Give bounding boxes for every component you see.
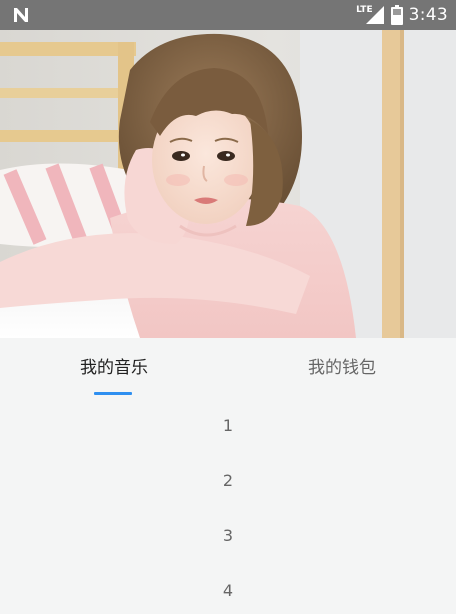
list-item-label: 4 <box>222 581 234 600</box>
status-icons: LTE 3:43 <box>356 0 448 30</box>
list-item[interactable]: 1 <box>0 398 456 453</box>
item-list: 1 2 3 4 <box>0 398 456 614</box>
list-item[interactable]: 4 <box>0 563 456 614</box>
list-item-label: 3 <box>222 526 234 545</box>
app-screen: LTE 3:43 我的音乐 我的钱包 1 2 3 4 <box>0 0 456 614</box>
n-logo-icon <box>14 8 28 22</box>
list-item[interactable]: 2 <box>0 453 456 508</box>
tab-my-music-label: 我的音乐 <box>80 357 148 378</box>
list-item-label: 2 <box>222 471 234 490</box>
network-type-label: LTE <box>356 4 373 15</box>
list-item-label: 1 <box>222 416 234 435</box>
tab-bar: 我的音乐 我的钱包 <box>0 338 456 398</box>
tab-my-wallet-label: 我的钱包 <box>308 357 376 378</box>
list-item[interactable]: 3 <box>0 508 456 563</box>
status-bar: LTE 3:43 <box>0 0 456 30</box>
tab-indicator <box>94 392 132 395</box>
header-photo <box>0 30 456 338</box>
tab-my-music[interactable]: 我的音乐 <box>0 338 228 398</box>
girl-in-pink-sweater-photo <box>0 30 456 338</box>
battery-icon <box>390 5 403 25</box>
tab-my-wallet[interactable]: 我的钱包 <box>228 338 456 398</box>
clock: 3:43 <box>408 5 448 25</box>
